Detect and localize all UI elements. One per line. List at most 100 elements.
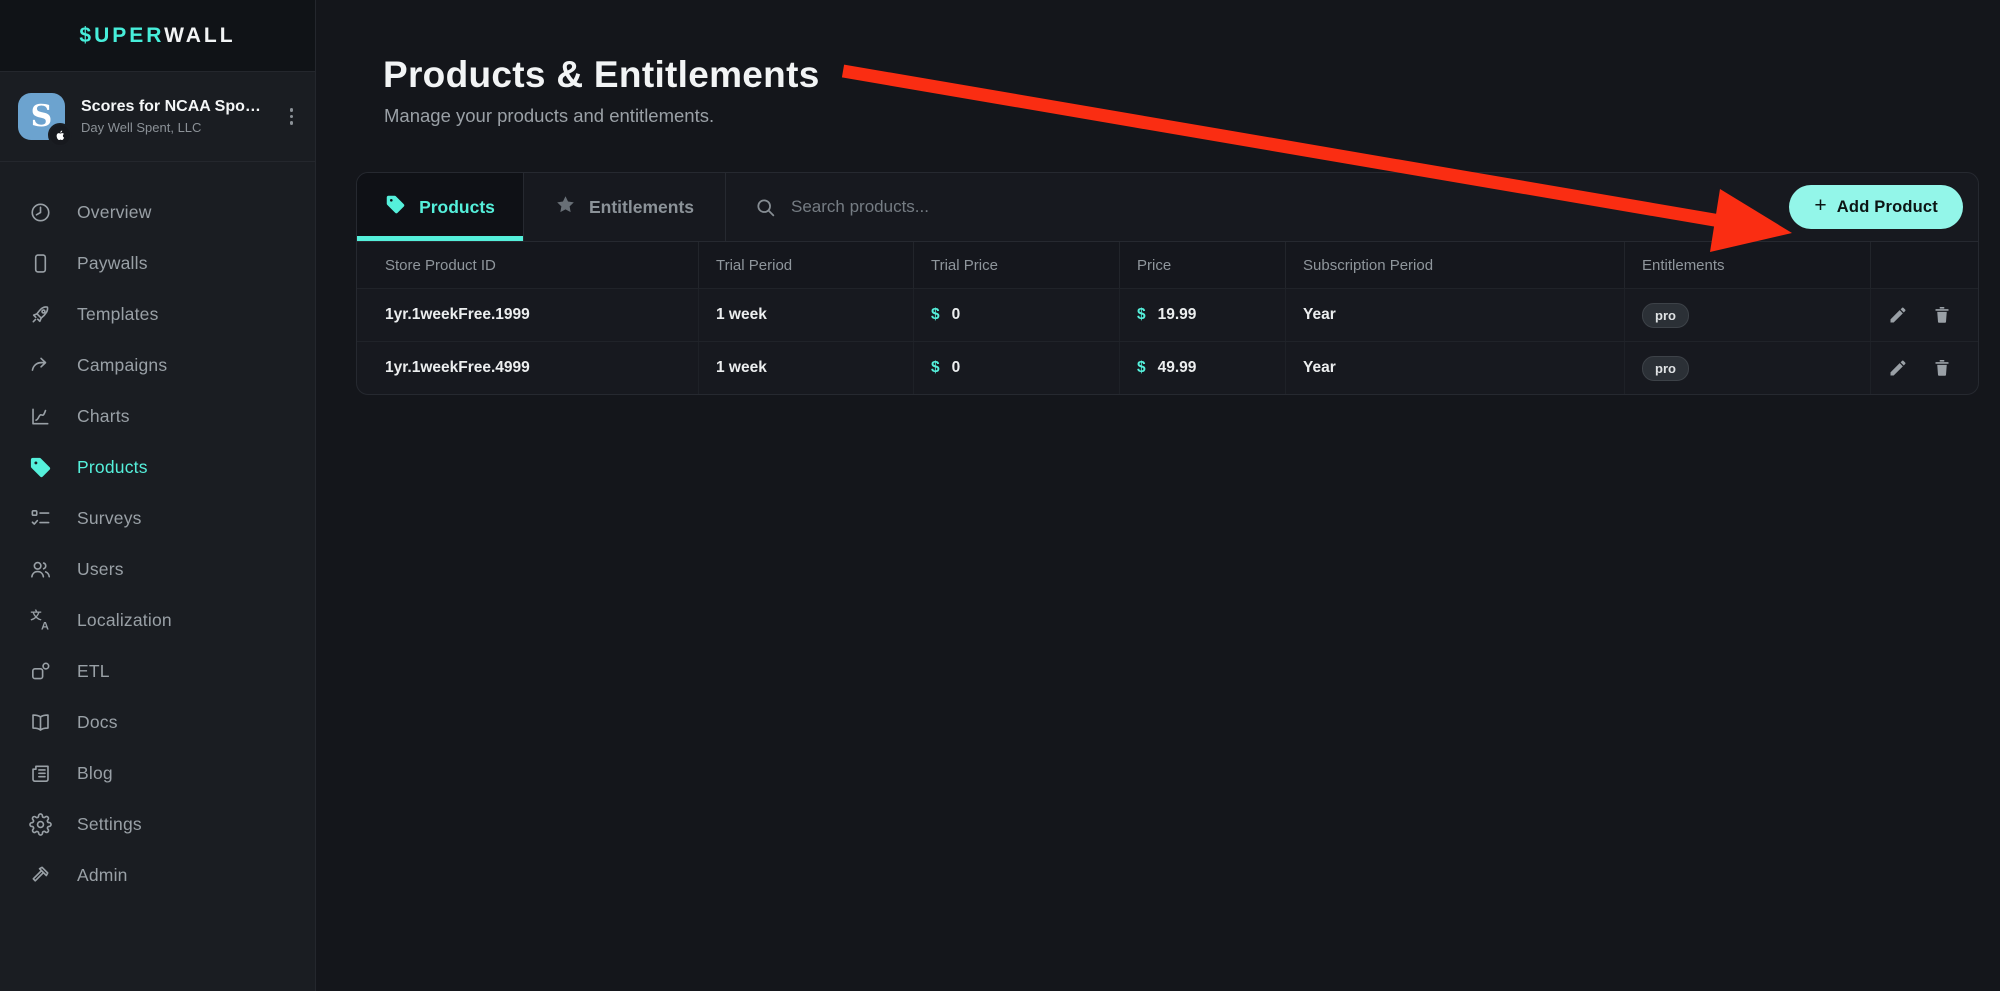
sidebar-item-paywalls[interactable]: Paywalls xyxy=(0,238,315,289)
cell-entitlements: pro xyxy=(1624,289,1870,341)
sidebar-item-campaigns[interactable]: Campaigns xyxy=(0,340,315,391)
cell-trial-period: 1 week xyxy=(698,342,913,394)
checklist-icon xyxy=(29,507,52,530)
sidebar-item-label: Docs xyxy=(77,712,118,733)
chart-line-icon xyxy=(29,405,52,428)
brand-logo[interactable]: $UPERWALL xyxy=(0,0,315,72)
export-icon xyxy=(29,660,52,683)
trash-icon xyxy=(1932,358,1952,378)
translate-icon: 文A xyxy=(29,609,52,632)
sidebar-item-templates[interactable]: Templates xyxy=(0,289,315,340)
star-icon xyxy=(555,194,576,220)
book-icon xyxy=(29,711,52,734)
column-header: Trial Period xyxy=(698,242,913,288)
edit-product-button[interactable] xyxy=(1888,358,1908,378)
cell-store-product-id: 1yr.1weekFree.1999 xyxy=(357,289,698,341)
workspace-company: Day Well Spent, LLC xyxy=(81,120,270,135)
workspace-meta: Scores for NCAA Spo… Day Well Spent, LLC xyxy=(81,98,270,135)
phone-icon xyxy=(29,252,52,275)
pencil-icon xyxy=(1888,305,1908,325)
newspaper-icon xyxy=(29,762,52,785)
share-arrow-icon xyxy=(29,354,52,377)
products-panel: ProductsEntitlements Search products... … xyxy=(356,172,1979,395)
sidebar-item-label: Settings xyxy=(77,814,142,835)
cell-subscription-period: Year xyxy=(1285,289,1624,341)
sidebar-item-label: Overview xyxy=(77,202,152,223)
apple-icon xyxy=(48,123,72,147)
sidebar-item-charts[interactable]: Charts xyxy=(0,391,315,442)
sidebar-item-label: Admin xyxy=(77,865,128,886)
sidebar-item-label: Charts xyxy=(77,406,130,427)
tag-icon xyxy=(385,194,406,220)
currency-symbol: $ xyxy=(1137,359,1146,377)
sidebar-item-label: Campaigns xyxy=(77,355,167,376)
hammer-icon xyxy=(29,864,52,887)
sidebar-item-label: Surveys xyxy=(77,508,142,529)
sidebar-item-blog[interactable]: Blog xyxy=(0,748,315,799)
table-header: Store Product IDTrial PeriodTrial PriceP… xyxy=(357,241,1978,288)
tab-label: Products xyxy=(419,197,495,218)
currency-symbol: $ xyxy=(931,359,940,377)
active-tab-underline xyxy=(357,236,523,241)
column-header: Price xyxy=(1119,242,1285,288)
main-content: Products & Entitlements Manage your prod… xyxy=(316,0,2000,991)
column-header: Subscription Period xyxy=(1285,242,1624,288)
tab-entitlements[interactable]: Entitlements xyxy=(524,173,726,241)
svg-text:A: A xyxy=(41,621,49,632)
sidebar-item-docs[interactable]: Docs xyxy=(0,697,315,748)
sidebar-item-label: ETL xyxy=(77,661,110,682)
trash-icon xyxy=(1932,305,1952,325)
tab-label: Entitlements xyxy=(589,197,694,218)
sidebar: $UPERWALL S Scores for NCAA Spo… Day Wel… xyxy=(0,0,316,991)
delete-product-button[interactable] xyxy=(1932,358,1952,378)
sidebar-item-etl[interactable]: ETL xyxy=(0,646,315,697)
pencil-icon xyxy=(1888,358,1908,378)
sidebar-item-overview[interactable]: Overview xyxy=(0,187,315,238)
workspace-switcher[interactable]: S Scores for NCAA Spo… Day Well Spent, L… xyxy=(0,72,315,162)
sidebar-item-localization[interactable]: 文A Localization xyxy=(0,595,315,646)
cell-entitlements: pro xyxy=(1624,342,1870,394)
sidebar-item-surveys[interactable]: Surveys xyxy=(0,493,315,544)
search-placeholder: Search products... xyxy=(791,197,929,217)
sidebar-item-admin[interactable]: Admin xyxy=(0,850,315,901)
sidebar-nav: Overview Paywalls Templates Campaigns Charts… xyxy=(0,162,315,901)
cell-subscription-period: Year xyxy=(1285,342,1624,394)
cell-trial-price: $0 xyxy=(913,342,1119,394)
tab-products[interactable]: Products xyxy=(357,173,524,241)
sidebar-item-label: Users xyxy=(77,559,124,580)
table-row[interactable]: 1yr.1weekFree.49991 week$0$49.99Yearpro xyxy=(357,341,1978,394)
currency-symbol: $ xyxy=(1137,306,1146,324)
gear-icon xyxy=(29,813,52,836)
table-row[interactable]: 1yr.1weekFree.19991 week$0$19.99Yearpro xyxy=(357,288,1978,341)
tag-icon xyxy=(29,456,52,479)
cell-store-product-id: 1yr.1weekFree.4999 xyxy=(357,342,698,394)
column-header xyxy=(1870,242,1978,288)
edit-product-button[interactable] xyxy=(1888,305,1908,325)
sidebar-item-settings[interactable]: Settings xyxy=(0,799,315,850)
tab-bar: Products Entitlements xyxy=(357,173,726,241)
page-subtitle: Manage your products and entitlements. xyxy=(384,105,1979,127)
app: $UPERWALL S Scores for NCAA Spo… Day Wel… xyxy=(0,0,2000,991)
sidebar-item-label: Localization xyxy=(77,610,172,631)
products-toolbar: ProductsEntitlements Search products... … xyxy=(357,173,1978,241)
search-products-input[interactable]: Search products... xyxy=(726,173,1789,241)
delete-product-button[interactable] xyxy=(1932,305,1952,325)
sidebar-item-label: Paywalls xyxy=(77,253,148,274)
rocket-icon xyxy=(29,303,52,326)
cell-price: $19.99 xyxy=(1119,289,1285,341)
entitlement-badge: pro xyxy=(1642,303,1689,328)
page-title: Products & Entitlements xyxy=(383,54,1979,96)
workspace-menu-icon[interactable] xyxy=(286,104,298,129)
users-icon xyxy=(29,558,52,581)
currency-symbol: $ xyxy=(931,306,940,324)
add-product-button[interactable]: + Add Product xyxy=(1789,185,1963,229)
cell-actions xyxy=(1870,342,1978,394)
column-header: Entitlements xyxy=(1624,242,1870,288)
add-product-label: Add Product xyxy=(1837,198,1938,217)
sidebar-item-label: Blog xyxy=(77,763,113,784)
workspace-name: Scores for NCAA Spo… xyxy=(81,98,270,116)
sidebar-item-users[interactable]: Users xyxy=(0,544,315,595)
search-icon xyxy=(755,197,776,218)
column-header: Trial Price xyxy=(913,242,1119,288)
sidebar-item-products[interactable]: Products xyxy=(0,442,315,493)
